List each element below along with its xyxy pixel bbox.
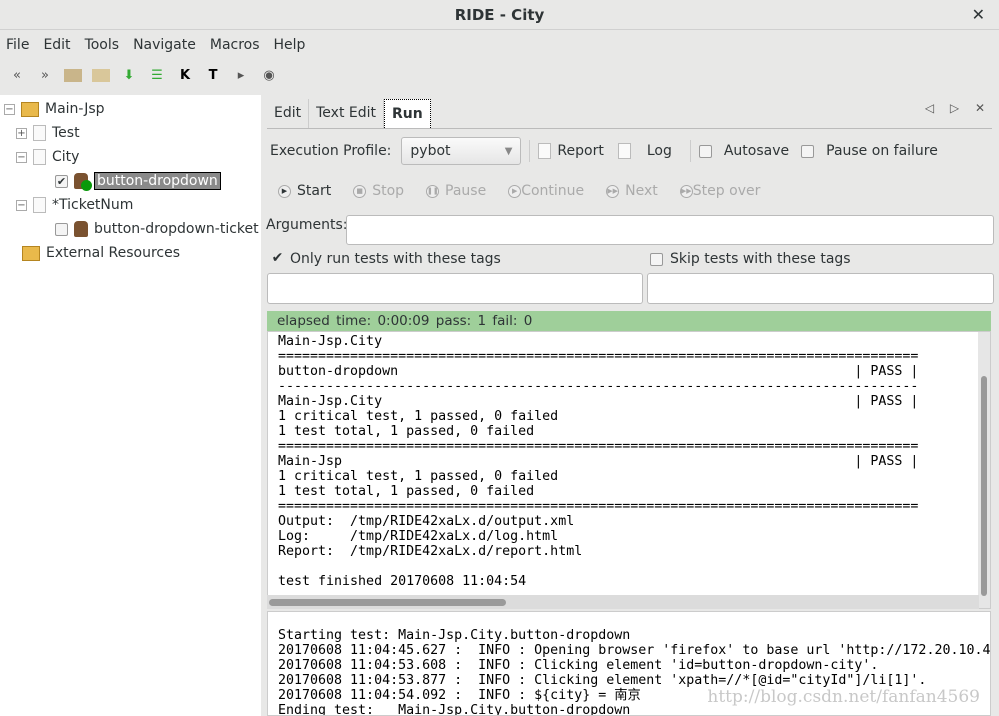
resources-folder-icon <box>22 245 40 261</box>
import-icon[interactable]: ⬇ <box>120 66 138 84</box>
continue-button[interactable]: ▶ Continue <box>508 183 584 199</box>
report-button[interactable]: Report <box>557 143 603 159</box>
report-icon[interactable] <box>538 143 552 159</box>
only-run-tags-label: Only run tests with these tags <box>290 251 501 267</box>
toolbar: « » ⬇ ☰ K T ▸ ◉ <box>0 60 999 90</box>
menu-edit[interactable]: Edit <box>43 37 70 53</box>
node-label: Test <box>52 125 80 141</box>
horizontal-scrollbar[interactable] <box>267 595 979 609</box>
skip-tags-input[interactable] <box>647 273 994 304</box>
message-log: Starting test: Main-Jsp.City.button-drop… <box>267 611 991 716</box>
file-icon <box>33 125 46 141</box>
node-label: button-dropdown-ticket <box>94 221 259 237</box>
window-title: RIDE - City <box>454 6 545 24</box>
checkbox-checked[interactable]: ✔ <box>55 174 68 188</box>
pause-on-failure-label: Pause on failure <box>826 143 938 159</box>
node-label: External Resources <box>46 245 181 261</box>
tree-node-city[interactable]: − City <box>16 146 79 168</box>
pause-button[interactable]: ❚❚ Pause <box>426 183 486 199</box>
skip-tags-label: Skip tests with these tags <box>670 251 851 267</box>
title-bar: RIDE - City ✕ <box>0 0 999 30</box>
chevron-down-icon: ▼ <box>504 145 513 157</box>
stop-icon: ■ <box>353 184 367 198</box>
tree-node-button-dropdown[interactable]: ✔ button-dropdown <box>55 170 221 192</box>
step-over-button[interactable]: ▶▶ Step over <box>679 183 760 199</box>
tab-edit[interactable]: Edit <box>267 99 310 128</box>
pause-icon: ❚❚ <box>426 184 440 198</box>
open-folder-icon[interactable] <box>64 68 82 82</box>
search-keywords-icon[interactable]: K <box>176 66 194 84</box>
step-over-icon: ▶▶ <box>679 184 693 198</box>
continue-icon: ▶ <box>508 184 522 198</box>
only-run-tags-checkbox[interactable]: ✔ <box>271 251 284 266</box>
run-icon[interactable]: ▸ <box>232 66 250 84</box>
library-icon[interactable]: ☰ <box>148 66 166 84</box>
log-icon[interactable] <box>617 143 631 159</box>
output-console: Main-Jsp.City ==========================… <box>267 331 991 609</box>
node-label: Main-Jsp <box>45 101 105 117</box>
suite-folder-icon <box>21 101 39 117</box>
file-icon <box>33 149 46 165</box>
tree-node-test[interactable]: + Test <box>16 122 80 144</box>
execution-profile-select[interactable]: pybot ▼ <box>401 137 522 165</box>
tab-run[interactable]: Run <box>384 99 431 128</box>
stop-button[interactable]: ■ Stop <box>353 183 404 199</box>
autosave-checkbox[interactable] <box>698 144 712 158</box>
menu-tools[interactable]: Tools <box>85 37 120 53</box>
file-icon <box>33 197 46 213</box>
editor-tabs: Edit Text Edit Run <box>267 99 992 129</box>
folder-icon[interactable] <box>92 68 110 82</box>
expand-icon[interactable]: + <box>16 127 27 139</box>
tree-node-button-dropdown-ticket[interactable]: button-dropdown-ticket <box>55 218 259 240</box>
search-tests-icon[interactable]: T <box>204 66 222 84</box>
start-icon: ▶ <box>278 184 291 198</box>
tree-node-external-resources[interactable]: External Resources <box>22 242 180 264</box>
run-status-bar: elapsed time: 0:00:09 pass: 1 fail: 0 <box>267 311 991 331</box>
arguments-label: Arguments: <box>266 217 348 233</box>
menu-navigate[interactable]: Navigate <box>133 37 196 53</box>
collapse-icon[interactable]: − <box>16 199 27 211</box>
test-case-icon <box>74 221 88 237</box>
menu-macros[interactable]: Macros <box>210 37 260 53</box>
menu-bar: File Edit Tools Navigate Macros Help <box>0 30 999 60</box>
tree-node-ticketnum[interactable]: − *TicketNum <box>16 194 133 216</box>
test-case-passed-icon <box>74 173 92 191</box>
menu-help[interactable]: Help <box>274 37 306 53</box>
checkbox[interactable] <box>55 222 68 236</box>
only-run-tags-input[interactable] <box>267 273 643 304</box>
arguments-input[interactable] <box>346 215 994 245</box>
test-tree: − Main-Jsp + Test − City ✔ button-dropdown −… <box>0 95 261 716</box>
scrollbar-thumb[interactable] <box>981 376 987 596</box>
menu-file[interactable]: File <box>6 37 29 53</box>
output-text: Main-Jsp.City ==========================… <box>278 334 919 589</box>
execution-profile-label: Execution Profile: <box>270 143 392 159</box>
pause-on-failure-checkbox[interactable] <box>801 144 815 158</box>
tab-text-edit[interactable]: Text Edit <box>309 99 385 128</box>
divider <box>529 140 531 162</box>
next-button[interactable]: ▶▶ Next <box>606 183 658 199</box>
next-icon: ▶▶ <box>606 184 620 198</box>
collapse-icon[interactable]: − <box>16 151 27 163</box>
vertical-scrollbar[interactable] <box>978 332 990 608</box>
selected-profile: pybot <box>410 143 451 159</box>
skip-tags-checkbox[interactable] <box>650 252 663 266</box>
node-label: City <box>52 149 80 165</box>
back-icon[interactable]: « <box>8 66 26 84</box>
node-label: *TicketNum <box>52 197 134 213</box>
divider <box>689 140 691 162</box>
close-icon[interactable]: ✕ <box>972 0 985 30</box>
log-button[interactable]: Log <box>647 143 672 159</box>
stop-icon[interactable]: ◉ <box>260 66 278 84</box>
scrollbar-thumb[interactable] <box>269 599 506 606</box>
tree-node-main-jsp[interactable]: − Main-Jsp <box>4 98 105 120</box>
tab-navigation-icons[interactable]: ◁ ▷ ✕ <box>925 101 991 115</box>
autosave-label: Autosave <box>723 143 790 159</box>
watermark: http://blog.csdn.net/fanfan4569 <box>707 687 980 707</box>
forward-icon[interactable]: » <box>36 66 54 84</box>
collapse-icon[interactable]: − <box>4 103 15 115</box>
node-label: button-dropdown <box>94 172 221 190</box>
start-button[interactable]: ▶ Start <box>278 183 331 199</box>
editor-panel: Edit Text Edit Run ◁ ▷ ✕ Execution Profi… <box>262 95 999 716</box>
